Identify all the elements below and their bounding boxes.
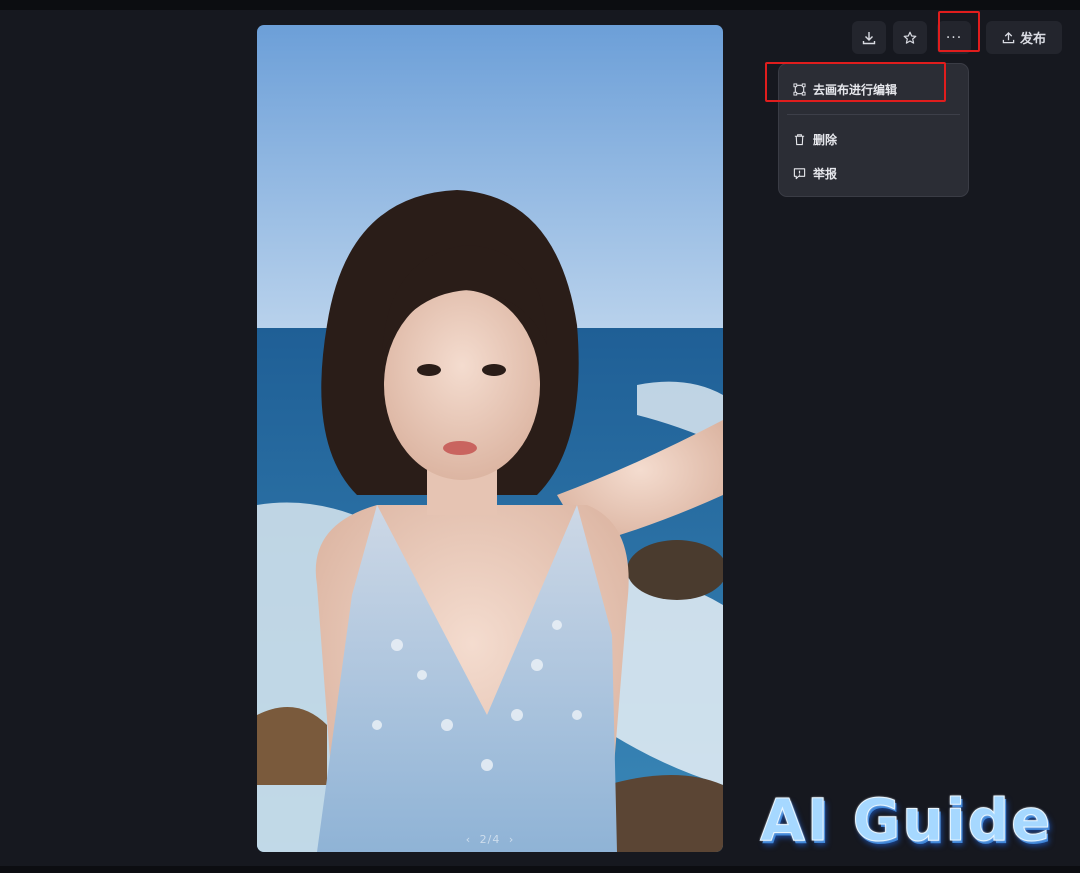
bottom-strip [0, 866, 1080, 873]
pager-text: 2/4 [479, 833, 501, 846]
pager-next[interactable]: › [509, 833, 514, 846]
publish-button[interactable]: 发布 [986, 21, 1062, 54]
menu-divider [787, 114, 960, 115]
generated-image [257, 25, 723, 852]
menu-item-label: 去画布进行编辑 [813, 83, 898, 97]
more-options-button[interactable]: ··· [937, 21, 971, 54]
image-pager[interactable]: ‹ 2/4 › [257, 833, 723, 846]
canvas-edit-icon [793, 83, 806, 96]
more-options-menu: 去画布进行编辑 删除 举报 [778, 63, 969, 197]
menu-item-report[interactable]: 举报 [793, 165, 837, 182]
menu-item-label: 举报 [813, 167, 838, 181]
report-icon [793, 168, 806, 180]
favorite-button[interactable] [893, 21, 927, 54]
upload-icon [1002, 31, 1015, 44]
download-button[interactable] [852, 21, 886, 54]
more-icon: ··· [945, 29, 963, 46]
trash-icon [794, 134, 805, 146]
menu-item-label: 删除 [813, 133, 838, 147]
watermark-text: AI Guide [759, 786, 1053, 855]
menu-item-delete[interactable]: 删除 [793, 131, 837, 148]
star-icon [903, 31, 917, 44]
pager-prev[interactable]: ‹ [466, 833, 471, 846]
download-icon [862, 31, 876, 44]
generated-image-card[interactable]: ‹ 2/4 › [257, 25, 723, 852]
menu-item-edit-in-canvas[interactable]: 去画布进行编辑 [793, 81, 897, 98]
top-strip [0, 0, 1080, 10]
publish-label: 发布 [1019, 32, 1046, 47]
